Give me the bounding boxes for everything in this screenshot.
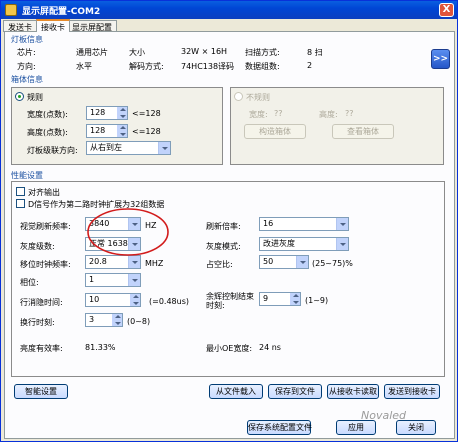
- irregular-radio[interactable]: [234, 92, 243, 101]
- gray-mode-label: 灰度模式:: [206, 242, 241, 251]
- regular-radio[interactable]: [15, 92, 24, 101]
- chevron-down-icon: [158, 142, 170, 154]
- data-groups-label: 数据组数:: [245, 62, 280, 71]
- cascade-select[interactable]: 从右到左: [86, 141, 171, 155]
- gray-label: 灰度级数:: [20, 242, 55, 251]
- irr-height-value: ??: [345, 109, 354, 118]
- size-value: 32W × 16H: [181, 47, 228, 56]
- chip-label: 芯片:: [17, 48, 36, 57]
- line-change-label: 换行时刻:: [20, 318, 55, 327]
- scan-label: 扫描方式:: [245, 48, 280, 57]
- view-cabinet-button[interactable]: 查看箱体: [332, 124, 394, 139]
- direction-value: 水平: [76, 62, 92, 71]
- shift-clock-label: 移位时钟频率:: [20, 260, 71, 269]
- phase-select[interactable]: 1: [85, 273, 141, 287]
- min-oe-value: 24 ns: [259, 343, 281, 352]
- light-board-title: 灯板信息: [11, 35, 43, 44]
- width-input[interactable]: 128: [86, 106, 128, 120]
- line-change-input[interactable]: 3: [85, 313, 123, 327]
- close-window-button[interactable]: X: [439, 3, 454, 17]
- brightness-eff-value: 81.33%: [85, 343, 116, 352]
- line-change-hint: (0~8): [127, 317, 151, 326]
- watermark: Novaled: [361, 409, 407, 422]
- more-info-button[interactable]: >>: [431, 49, 450, 69]
- annotation-ellipse: [87, 208, 169, 256]
- annotation-ellipse-stroke: [87, 208, 169, 256]
- build-cabinet-button[interactable]: 构造箱体: [244, 124, 306, 139]
- height-spinner-icon[interactable]: [117, 125, 127, 137]
- height-label: 高度(点数):: [27, 128, 68, 137]
- chevron-down-icon: [336, 218, 348, 230]
- load-from-file-button[interactable]: 从文件载入: [209, 384, 263, 399]
- smart-setup-button[interactable]: 智能设置: [14, 384, 68, 399]
- decode-label: 解码方式:: [129, 62, 164, 71]
- phase-label: 相位:: [20, 278, 39, 287]
- gray-mode-select[interactable]: 改进灰度: [259, 237, 349, 251]
- height-input[interactable]: 128: [86, 124, 128, 138]
- direction-label: 方向:: [17, 62, 36, 71]
- duty-select[interactable]: 50: [259, 255, 309, 269]
- save-system-config-button[interactable]: 保存系统配置文件: [247, 420, 312, 435]
- chevron-down-icon: [296, 256, 308, 268]
- size-label: 大小: [129, 48, 145, 57]
- line-change-spinner-icon[interactable]: [112, 314, 122, 326]
- decode-value: 74HC138译码: [181, 62, 235, 71]
- blank-input[interactable]: 10: [85, 293, 141, 307]
- scan-value: 8 扫: [307, 48, 323, 57]
- save-to-file-button[interactable]: 保存到文件: [268, 384, 322, 399]
- afterglow-hint: (1~9): [305, 296, 329, 305]
- config-window: 显示屏配置-COM2 X 发送卡 接收卡 显示屏配置 灯板信息 芯片: 通用芯片…: [0, 0, 458, 442]
- refresh-mult-label: 刷新倍率:: [206, 222, 241, 231]
- data-groups-value: 2: [307, 61, 313, 70]
- align-output-label: 对齐输出: [28, 188, 60, 197]
- tab-receiver-card[interactable]: 接收卡: [36, 19, 70, 32]
- afterglow-input[interactable]: 9: [259, 292, 301, 306]
- min-oe-label: 最小OE宽度:: [206, 344, 253, 353]
- duty-hint: (25~75)%: [312, 259, 353, 268]
- apply-button[interactable]: 应用: [336, 420, 376, 435]
- irr-height-label: 高度:: [319, 110, 338, 119]
- performance-title: 性能设置: [11, 171, 43, 180]
- irr-width-value: ??: [274, 109, 283, 118]
- cabinet-title: 箱体信息: [11, 75, 43, 84]
- send-to-card-button[interactable]: 发送到接收卡: [384, 384, 440, 399]
- afterglow-label: 余辉控制结束时刻:: [206, 292, 254, 310]
- cascade-label: 灯板级联方向:: [27, 146, 78, 155]
- chip-value: 通用芯片: [76, 48, 108, 57]
- blank-spinner-icon[interactable]: [130, 294, 140, 306]
- irregular-label: 不规则: [246, 93, 270, 102]
- window-title: 显示屏配置-COM2: [22, 7, 101, 17]
- d-signal-checkbox[interactable]: [16, 199, 25, 208]
- title-bar: 显示屏配置-COM2 X: [1, 1, 457, 19]
- align-output-checkbox[interactable]: [16, 187, 25, 196]
- close-button[interactable]: 关闭: [396, 420, 436, 435]
- blank-label: 行消隐时间:: [20, 298, 63, 307]
- width-spinner-icon[interactable]: [117, 107, 127, 119]
- afterglow-spinner-icon[interactable]: [290, 293, 300, 305]
- chevron-down-icon: [128, 274, 140, 286]
- chevron-down-icon: [336, 238, 348, 250]
- height-hint: <=128: [132, 127, 161, 136]
- app-icon: [5, 4, 17, 16]
- blank-hint: (=0.48us): [149, 297, 189, 306]
- refresh-label: 视觉刷新频率:: [20, 222, 71, 231]
- brightness-eff-label: 亮度有效率:: [20, 344, 63, 353]
- irr-width-label: 宽度:: [249, 110, 268, 119]
- width-hint: <=128: [132, 109, 161, 118]
- shift-clock-unit: MHZ: [145, 259, 164, 268]
- duty-label: 占空比:: [206, 260, 233, 269]
- regular-label: 规则: [27, 93, 43, 102]
- width-label: 宽度(点数):: [27, 110, 68, 119]
- read-from-card-button[interactable]: 从接收卡读取: [327, 384, 379, 399]
- refresh-mult-select[interactable]: 16: [259, 217, 349, 231]
